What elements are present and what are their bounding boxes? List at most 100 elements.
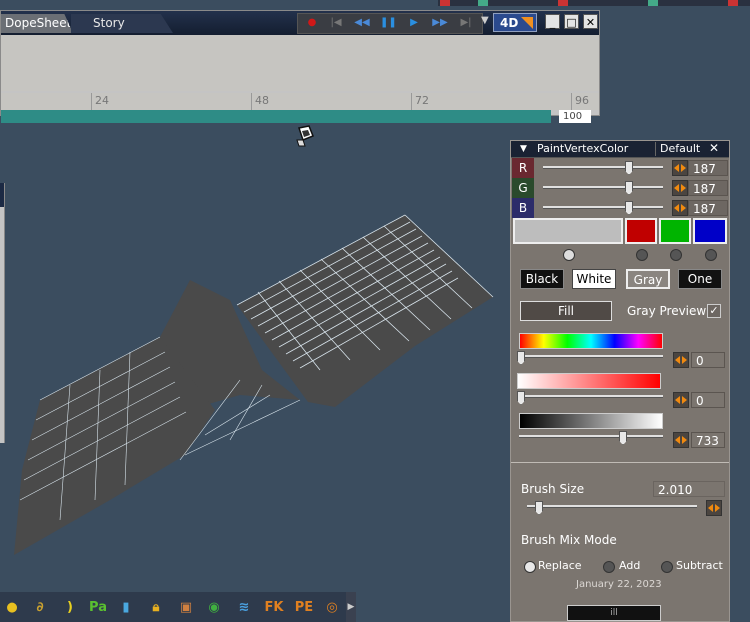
record-button[interactable]: ● <box>304 15 320 31</box>
footer-bar[interactable]: ill <box>567 605 661 621</box>
swatch-selector[interactable] <box>563 249 575 261</box>
subtract-radio[interactable] <box>661 561 673 573</box>
ruler-tick: 24 <box>91 93 109 110</box>
paint-vertex-color-panel: ▼ PaintVertexColor Default ✕ R 187 G 187… <box>510 140 730 622</box>
g-slider-thumb[interactable] <box>625 181 633 195</box>
b-slider-thumb[interactable] <box>625 201 633 215</box>
fill-button[interactable]: Fill <box>520 301 612 321</box>
timeline-window: DopeSheet Story ● |◀ ◀◀ ❚❚ ▶ ▶▶ ▶| ▼ 4D … <box>0 10 600 123</box>
channel-label: R <box>512 158 534 178</box>
go-to-start-button[interactable]: |◀ <box>328 15 344 31</box>
close-button[interactable]: ✕ <box>583 14 598 29</box>
red-swatch[interactable] <box>625 218 657 244</box>
preset-dropdown[interactable]: Default <box>655 142 710 156</box>
frame-icon[interactable]: ▣ <box>174 596 198 620</box>
toolbar-more-icon[interactable]: ▶ <box>346 592 356 622</box>
g-spinner[interactable] <box>672 180 688 196</box>
ruler-tick: 72 <box>411 93 429 110</box>
lock-icon[interactable]: 🔒︎ <box>144 596 168 620</box>
add-radio[interactable] <box>603 561 615 573</box>
fk-icon[interactable]: FK <box>262 596 286 620</box>
value-gradient[interactable] <box>519 413 663 429</box>
hue-gradient[interactable] <box>519 333 663 349</box>
timeline-range-bar[interactable] <box>1 110 551 123</box>
pe-icon[interactable]: PE <box>292 596 316 620</box>
minimize-button[interactable]: _ <box>545 14 560 29</box>
play-button[interactable]: ▶ <box>406 15 422 31</box>
layers-icon[interactable]: ≋ <box>232 596 256 620</box>
book-icon[interactable]: ▮ <box>114 596 138 620</box>
timeline-titlebar: DopeSheet Story ● |◀ ◀◀ ❚❚ ▶ ▶▶ ▶| ▼ 4D … <box>1 11 599 35</box>
tab-story[interactable]: Story <box>71 14 173 33</box>
collapse-arrow-icon[interactable]: ▼ <box>520 144 527 154</box>
close-icon[interactable]: ✕ <box>709 141 719 155</box>
saturation-spinner[interactable] <box>673 392 689 408</box>
fast-forward-button[interactable]: ▶▶ <box>432 15 448 31</box>
r-slider[interactable] <box>543 166 663 169</box>
mode-4d-button[interactable]: 4D <box>493 13 537 32</box>
channel-row-r: R 187 <box>511 158 729 178</box>
playback-controls: ● |◀ ◀◀ ❚❚ ▶ ▶▶ ▶| <box>297 13 483 34</box>
replace-label: Replace <box>538 559 582 572</box>
pause-button[interactable]: ❚❚ <box>380 15 397 31</box>
saturation-value-field[interactable]: 0 <box>691 392 725 408</box>
swatch-selector[interactable] <box>636 249 648 261</box>
saturation-slider-thumb[interactable] <box>517 391 525 405</box>
green-swatch[interactable] <box>659 218 691 244</box>
rewind-button[interactable]: ◀◀ <box>354 15 370 31</box>
value-spinner[interactable] <box>673 432 689 448</box>
value-slider-thumb[interactable] <box>619 431 627 445</box>
disc-icon[interactable]: ◉ <box>202 596 226 620</box>
saturation-gradient[interactable] <box>517 373 661 389</box>
viewport-mesh[interactable] <box>0 200 510 570</box>
brush-size-slider-thumb[interactable] <box>535 501 543 515</box>
b-slider[interactable] <box>543 206 663 209</box>
brush-size-slider[interactable] <box>527 505 697 508</box>
timeline-track-area[interactable] <box>1 35 599 91</box>
pa-icon[interactable]: Pa <box>86 596 110 620</box>
value-slider[interactable] <box>519 435 663 438</box>
one-button[interactable]: One <box>678 269 722 289</box>
r-spinner[interactable] <box>672 160 688 176</box>
link-icon[interactable]: ∂ <box>28 596 52 620</box>
maximize-button[interactable]: □ <box>564 14 579 29</box>
replace-radio[interactable] <box>524 561 536 573</box>
b-spinner[interactable] <box>672 200 688 216</box>
channel-row-g: G 187 <box>511 178 729 198</box>
swatch-selector[interactable] <box>670 249 682 261</box>
blue-swatch[interactable] <box>693 218 727 244</box>
hue-slider-thumb[interactable] <box>517 351 525 365</box>
brush-size-label: Brush Size <box>521 482 585 496</box>
end-frame-field[interactable]: 100 <box>559 110 591 123</box>
divider <box>511 462 729 463</box>
banana-icon[interactable]: ) <box>58 596 82 620</box>
tab-dopesheet[interactable]: DopeSheet <box>1 14 73 33</box>
bones-icon[interactable]: ● <box>0 596 24 620</box>
swatch-selector[interactable] <box>705 249 717 261</box>
r-slider-thumb[interactable] <box>625 161 633 175</box>
bottom-toolbar: ● ∂ ) Pa ▮ 🔒︎ ▣ ◉ ≋ FK PE ◎ ▶ <box>0 592 356 622</box>
g-value-field[interactable]: 187 <box>688 180 728 196</box>
black-button[interactable]: Black <box>520 269 564 289</box>
g-slider[interactable] <box>543 186 663 189</box>
timeline-ruler[interactable]: 24 48 72 96 <box>1 93 599 110</box>
gray-preview-checkbox[interactable]: ✓ <box>707 304 721 318</box>
subtract-label: Subtract <box>676 559 723 572</box>
chevron-down-icon[interactable]: ▼ <box>481 15 489 26</box>
ruler-tick: 48 <box>251 93 269 110</box>
brush-mix-mode-label: Brush Mix Mode <box>521 533 617 547</box>
white-button[interactable]: White <box>572 269 616 289</box>
sd-icon[interactable]: ◎ <box>320 596 344 620</box>
go-to-end-button[interactable]: ▶| <box>458 15 474 31</box>
hue-spinner[interactable] <box>673 352 689 368</box>
brush-size-spinner[interactable] <box>706 500 722 516</box>
hue-slider[interactable] <box>519 355 663 358</box>
gray-button[interactable]: Gray <box>626 269 670 289</box>
saturation-slider[interactable] <box>519 395 663 398</box>
b-value-field[interactable]: 187 <box>688 200 728 216</box>
value-value-field[interactable]: 733 <box>691 432 725 448</box>
current-color-swatch[interactable] <box>513 218 623 244</box>
brush-size-field[interactable]: 2.010 <box>653 481 725 497</box>
r-value-field[interactable]: 187 <box>688 160 728 176</box>
hue-value-field[interactable]: 0 <box>691 352 725 368</box>
